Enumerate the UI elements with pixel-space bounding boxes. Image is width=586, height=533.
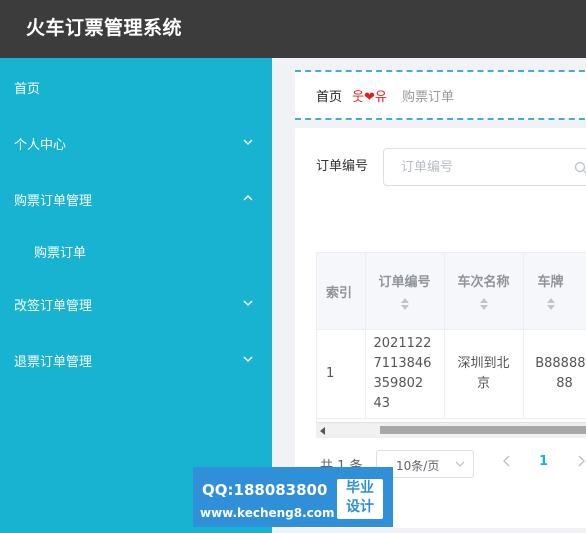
cell-plate-text: B88888888: [535, 356, 586, 391]
watermark-badge-line2: 设计: [346, 499, 374, 515]
cell-index: 1: [317, 329, 366, 419]
sort-icon[interactable]: [479, 297, 489, 311]
watermark-qq: QQ:188083800: [202, 481, 328, 499]
watermark-badge-line1: 毕业: [346, 480, 374, 496]
breadcrumb-home[interactable]: 首页: [316, 86, 342, 105]
sidebar: 首页 个人中心 购票订单管理 购票订单 改签订单管理 退票订单管理: [0, 58, 272, 533]
sidebar-item-home[interactable]: 首页: [0, 67, 272, 107]
column-header-label: 车次名称: [457, 275, 510, 290]
column-header-plate[interactable]: 车牌: [523, 253, 586, 330]
column-header-train-name[interactable]: 车次名称: [444, 253, 524, 330]
sort-icon[interactable]: [400, 297, 410, 311]
table-header-row: 索引 订单编号 车次名称 车牌: [317, 253, 586, 330]
sidebar-item-ticket-order-management[interactable]: 购票订单管理: [0, 179, 272, 219]
sidebar-item-change-order-management[interactable]: 改签订单管理: [0, 284, 272, 324]
sidebar-item-label: 首页: [14, 82, 41, 97]
column-header-index: 索引: [317, 253, 366, 330]
main-content: 首页 웃❤유 购票订单 订单编号 索引 订单编号 车次名称 车牌: [272, 58, 586, 533]
column-header-label: 订单编号: [378, 275, 431, 290]
cell-order-no-text: 20211227113846359802 43: [373, 336, 432, 411]
sidebar-item-label: 改签订单管理: [14, 299, 93, 314]
watermark: QQ:188083800 www.kecheng8.com 毕业 设计: [193, 467, 393, 527]
sidebar-item-personal-center[interactable]: 个人中心: [0, 123, 272, 163]
page-number-current[interactable]: 1: [539, 454, 548, 469]
watermark-url: www.kecheng8.com: [200, 506, 335, 520]
breadcrumb-current: 购票订单: [402, 90, 455, 105]
column-header-label: 车牌: [537, 275, 564, 290]
sidebar-item-label: 个人中心: [14, 138, 67, 153]
cell-train-name: 深圳到北京: [444, 329, 524, 419]
order-table: 索引 订单编号 车次名称 车牌 1 20211227113846359802 4…: [316, 252, 586, 438]
search-icon[interactable]: [574, 161, 586, 175]
cell-plate: B88888888: [523, 329, 586, 419]
chevron-down-icon: [455, 461, 465, 467]
search-label: 订单编号: [316, 159, 369, 174]
cell-order-no: 20211227113846359802 43: [365, 329, 445, 419]
horizontal-scrollbar[interactable]: [316, 422, 586, 437]
chevron-down-icon: [243, 139, 253, 145]
search-input[interactable]: [399, 149, 573, 185]
breadcrumb: 首页 웃❤유 购票订单: [295, 70, 586, 120]
sidebar-item-label: 购票订单: [34, 246, 87, 261]
column-header-label: 索引: [326, 285, 353, 301]
next-page-icon[interactable]: [576, 455, 586, 467]
chevron-up-icon: [243, 195, 253, 201]
sort-icon[interactable]: [546, 297, 556, 311]
chevron-down-icon: [243, 300, 253, 306]
column-header-order-no[interactable]: 订单编号: [365, 253, 445, 330]
cell-train-name-text: 深圳到北京: [457, 356, 510, 391]
top-header: 火车订票管理系统: [0, 0, 586, 58]
search-box: [383, 148, 586, 186]
watermark-badge: 毕业 设计: [337, 479, 383, 519]
page-size-value: 10条/页: [396, 459, 440, 473]
breadcrumb-separator: 웃❤유: [352, 90, 387, 105]
chevron-down-icon: [243, 356, 253, 362]
scroll-left-arrow-icon[interactable]: [320, 427, 325, 435]
scrollbar-thumb[interactable]: [380, 426, 586, 434]
sidebar-item-refund-order-management[interactable]: 退票订单管理: [0, 340, 272, 380]
sidebar-item-label: 购票订单管理: [14, 194, 93, 209]
sidebar-item-label: 退票订单管理: [14, 355, 93, 370]
table-row[interactable]: 1 20211227113846359802 43 深圳到北京 B88888 88…: [317, 329, 586, 419]
sidebar-item-ticket-order[interactable]: 购票订单: [0, 231, 272, 271]
app-title: 火车订票管理系统: [26, 17, 183, 39]
prev-page-icon[interactable]: [502, 455, 512, 467]
